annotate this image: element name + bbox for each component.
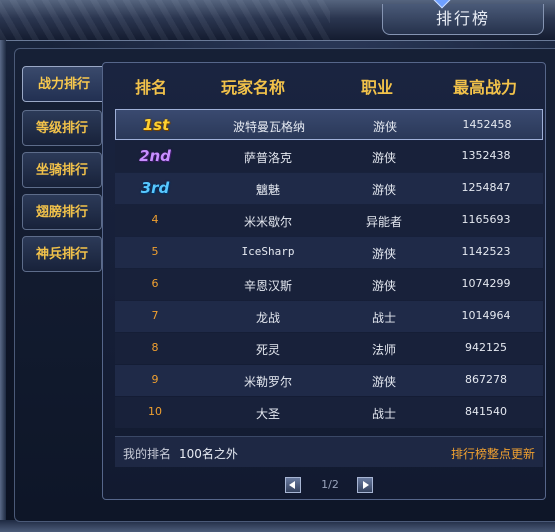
table-row[interactable]: 10 大圣 战士 841540 xyxy=(115,397,543,428)
table-header: 排名 玩家名称 职业 最高战力 xyxy=(103,63,545,105)
left-border xyxy=(0,40,6,532)
rank-cell: 6 xyxy=(151,277,159,290)
ranking-panel: 排名 玩家名称 职业 最高战力 1st 波特曼瓦格纳 游侠 1452458 2n… xyxy=(102,62,546,500)
power-cell: 942125 xyxy=(465,341,507,354)
my-rank-value: 100名之外 xyxy=(179,447,238,461)
table-row[interactable]: 6 辛恩汉斯 游侠 1074299 xyxy=(115,269,543,300)
table-row[interactable]: 5 IceSharp 游侠 1142523 xyxy=(115,237,543,268)
tab-weapon-ranking[interactable]: 神兵排行 xyxy=(22,236,102,272)
table-row[interactable]: 2nd 萨普洛克 游侠 1352438 xyxy=(115,141,543,172)
name-cell: 米米歇尔 xyxy=(243,215,292,229)
ranking-window: 排行榜 战力排行 等级排行 坐骑排行 翅膀排行 神兵排行 排名 玩家名称 职业 … xyxy=(0,0,555,532)
name-cell: 辛恩汉斯 xyxy=(243,279,292,293)
rank-cell: 8 xyxy=(151,341,159,354)
rank-cell: 7 xyxy=(151,309,159,322)
column-rank: 排名 xyxy=(135,78,168,97)
class-cell: 异能者 xyxy=(365,215,402,229)
power-cell: 1254847 xyxy=(461,181,511,194)
name-cell: IceSharp xyxy=(241,245,295,258)
table-row[interactable]: 4 米米歇尔 异能者 1165693 xyxy=(115,205,543,236)
pagination: 1/2 xyxy=(103,475,545,495)
rank-cell: 9 xyxy=(151,373,159,386)
table-row[interactable]: 9 米勒罗尔 游侠 867278 xyxy=(115,365,543,396)
window-title: 排行榜 xyxy=(382,4,544,35)
class-cell: 游侠 xyxy=(372,120,397,134)
class-cell: 战士 xyxy=(371,407,396,421)
column-class: 职业 xyxy=(361,78,394,97)
column-player-name: 玩家名称 xyxy=(221,78,286,97)
power-cell: 841540 xyxy=(465,405,507,418)
update-note: 排行榜整点更新 xyxy=(450,447,535,461)
class-cell: 游侠 xyxy=(371,183,396,197)
rank-cell: 1st xyxy=(142,116,170,134)
tab-wings-ranking[interactable]: 翅膀排行 xyxy=(22,194,102,230)
name-cell: 米勒罗尔 xyxy=(243,375,292,389)
table-row[interactable]: 3rd 魑魅 游侠 1254847 xyxy=(115,173,543,204)
name-cell: 萨普洛克 xyxy=(243,151,292,165)
class-cell: 战士 xyxy=(371,311,396,325)
my-rank-bar: 我的排名 100名之外 排行榜整点更新 xyxy=(115,436,543,467)
rank-cell: 4 xyxy=(151,213,159,226)
name-cell: 龙战 xyxy=(255,311,280,325)
class-cell: 游侠 xyxy=(371,247,396,261)
class-cell: 游侠 xyxy=(371,279,396,293)
table-row[interactable]: 1st 波特曼瓦格纳 游侠 1452458 xyxy=(115,109,543,140)
tab-power-ranking[interactable]: 战力排行 xyxy=(22,66,106,102)
power-cell: 1352438 xyxy=(461,149,511,162)
power-cell: 867278 xyxy=(465,373,507,386)
table-row[interactable]: 8 死灵 法师 942125 xyxy=(115,333,543,364)
table-row[interactable]: 7 龙战 战士 1014964 xyxy=(115,301,543,332)
next-page-button[interactable] xyxy=(357,477,373,493)
tab-level-ranking[interactable]: 等级排行 xyxy=(22,110,102,146)
rank-cell: 5 xyxy=(151,245,159,258)
name-cell: 波特曼瓦格纳 xyxy=(232,120,305,134)
tab-mount-ranking[interactable]: 坐骑排行 xyxy=(22,152,102,188)
page-indicator: 1/2 xyxy=(321,478,339,491)
class-cell: 游侠 xyxy=(371,151,396,165)
power-cell: 1452458 xyxy=(462,118,512,131)
power-cell: 1074299 xyxy=(461,277,511,290)
prev-page-button[interactable] xyxy=(285,477,301,493)
rank-cell: 3rd xyxy=(140,179,170,197)
column-max-power: 最高战力 xyxy=(453,78,518,97)
rank-cell: 2nd xyxy=(139,147,171,165)
class-cell: 游侠 xyxy=(371,375,396,389)
name-cell: 大圣 xyxy=(255,407,280,421)
rank-cell: 10 xyxy=(148,405,162,418)
my-rank-label: 我的排名 xyxy=(123,447,172,461)
name-cell: 死灵 xyxy=(255,343,280,357)
class-cell: 法师 xyxy=(371,343,396,357)
power-cell: 1014964 xyxy=(461,309,511,322)
power-cell: 1165693 xyxy=(461,213,511,226)
name-cell: 魑魅 xyxy=(255,183,280,197)
power-cell: 1142523 xyxy=(461,245,511,258)
